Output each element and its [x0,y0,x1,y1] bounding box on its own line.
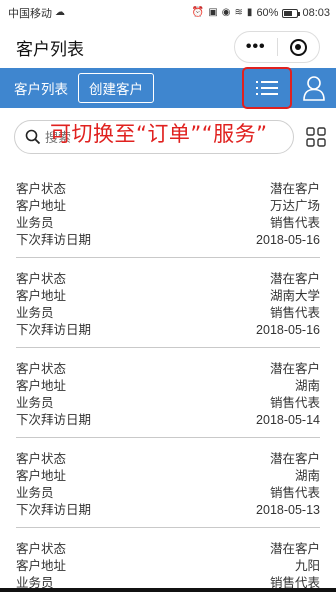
eye-icon: ◉ [221,7,231,18]
signal-icon: ▮ [246,7,253,18]
bottom-edge [0,588,336,592]
customer-rep-row: 业务员 销售代表 [16,485,320,502]
customer-rep-value: 销售代表 [269,396,320,410]
status-right: ⏰ ▣ ◉ ≋ ▮ 60% 08:03 [192,7,330,19]
status-left: 中国移动 ☁ [8,5,65,21]
customer-address-value: 湖南 [294,379,320,393]
mini-program-capsule: ••• [234,31,320,63]
customer-date-row: 下次拜访日期 2018-05-13 [16,502,320,519]
customer-status-value: 潜在客户 [269,542,320,556]
customer-card[interactable]: 客户状态 潜在客户客户地址 湖南业务员 销售代表下次拜访日期 2018-05-14 [16,348,320,438]
customer-rep-row: 业务员 销售代表 [16,215,320,232]
annotation-text: 可切换至“订单”“服务” [50,122,268,146]
customer-card[interactable]: 客户状态 潜在客户客户地址 湖南业务员 销售代表下次拜访日期 2018-05-13 [16,438,320,528]
customer-rep-label: 业务员 [16,216,54,230]
customer-rep-label: 业务员 [16,396,54,410]
customer-status-row: 客户状态 潜在客户 [16,541,320,558]
customer-date-label: 下次拜访日期 [16,233,92,247]
customer-card[interactable]: 客户状态 潜在客户客户地址 万达广场业务员 销售代表下次拜访日期 2018-05-16 [16,168,320,258]
customer-rep-label: 业务员 [16,306,54,320]
alarm-icon: ⏰ [191,7,205,18]
customer-date-row: 下次拜访日期 2018-05-14 [16,412,320,429]
battery-fill [284,10,293,16]
customer-date-row: 下次拜访日期 2018-05-16 [16,322,320,339]
cloud-icon: ☁ [55,7,65,18]
customer-address-row: 客户地址 九阳 [16,558,320,575]
customer-address-row: 客户地址 湖南大学 [16,288,320,305]
user-icon [303,76,325,101]
target-circle-icon [289,38,307,56]
customer-status-value: 潜在客户 [269,272,320,286]
clock: 08:03 [302,7,330,19]
customer-address-row: 客户地址 湖南 [16,378,320,395]
customer-address-value: 万达广场 [269,199,320,213]
customer-status-label: 客户状态 [16,542,67,556]
customer-date-label: 下次拜访日期 [16,323,92,337]
grid-icon [306,127,326,147]
customer-status-label: 客户状态 [16,362,67,376]
customer-address-value: 湖南 [294,469,320,483]
customer-date-value: 2018-05-14 [256,413,320,427]
customer-address-row: 客户地址 万达广场 [16,198,320,215]
switch-list-button[interactable] [242,67,292,109]
battery-icon [282,8,301,18]
user-button[interactable] [300,73,328,103]
search-icon [25,129,41,145]
customer-card[interactable]: 客户状态 潜在客户客户地址 湖南大学业务员 销售代表下次拜访日期 2018-05-16 [16,258,320,348]
customer-rep-value: 销售代表 [269,216,320,230]
customer-status-label: 客户状态 [16,452,67,466]
customer-status-value: 潜在客户 [269,362,320,376]
customer-status-row: 客户状态 潜在客户 [16,271,320,288]
customer-card[interactable]: 客户状态潜在客户客户地址九阳业务员销售代表下次拜访日期2018-05-13 [16,528,320,592]
create-customer-button[interactable]: 创建客户 [78,73,154,103]
customer-rep-row: 业务员 销售代表 [16,305,320,322]
toolbar: 客户列表 创建客户 [0,67,336,109]
customer-rep-label: 业务员 [16,486,54,500]
customer-date-value: 2018-05-16 [256,323,320,337]
hd-icon: ▣ [208,7,218,18]
customer-address-label: 客户地址 [16,199,67,213]
search-row: 可切换至“订单”“服务” [0,114,336,160]
customer-date-row: 下次拜访日期 2018-05-16 [16,232,320,249]
customer-rep-row: 业务员 销售代表 [16,395,320,412]
close-button[interactable] [278,32,320,62]
grid-button[interactable] [304,125,328,149]
customer-rep-value: 销售代表 [269,486,320,500]
customer-address-value: 湖南大学 [269,289,320,303]
customer-address-value: 九阳 [294,559,320,573]
battery-percent: 60% [256,7,279,19]
customer-address-label: 客户地址 [16,469,67,483]
customer-status-row: 客户状态 潜在客户 [16,361,320,378]
list-icon [256,80,278,96]
more-dots-icon: ••• [245,38,266,55]
customer-date-value: 2018-05-13 [256,503,320,517]
status-bar: 中国移动 ☁ ⏰ ▣ ◉ ≋ ▮ 60% 08:03 [0,0,336,26]
toolbar-title: 客户列表 [14,82,68,97]
customer-address-label: 客户地址 [16,379,67,393]
carrier-label: 中国移动 [8,8,52,20]
more-button[interactable]: ••• [235,32,277,62]
customer-list: 客户状态 潜在客户 客户地址 万达广场 业务员 销售代表 下次拜访日期 2018-05-16 客… [0,168,336,592]
title-bar: 客户列表 ••• [0,26,336,68]
customer-address-label: 客户地址 [16,559,67,573]
customer-date-value: 2018-05-16 [256,233,320,247]
customer-status-value: 潜在客户 [269,182,320,196]
customer-rep-value: 销售代表 [269,306,320,320]
customer-status-row: 客户状态 潜在客户 [16,181,320,198]
customer-status-value: 潜在客户 [269,452,320,466]
wifi-icon: ≋ [234,7,243,18]
customer-address-row: 客户地址 湖南 [16,468,320,485]
customer-status-label: 客户状态 [16,272,67,286]
customer-status-label: 客户状态 [16,182,67,196]
customer-address-label: 客户地址 [16,289,67,303]
customer-status-row: 客户状态 潜在客户 [16,451,320,468]
page-title: 客户列表 [16,39,84,59]
customer-date-label: 下次拜访日期 [16,503,92,517]
customer-date-label: 下次拜访日期 [16,413,92,427]
